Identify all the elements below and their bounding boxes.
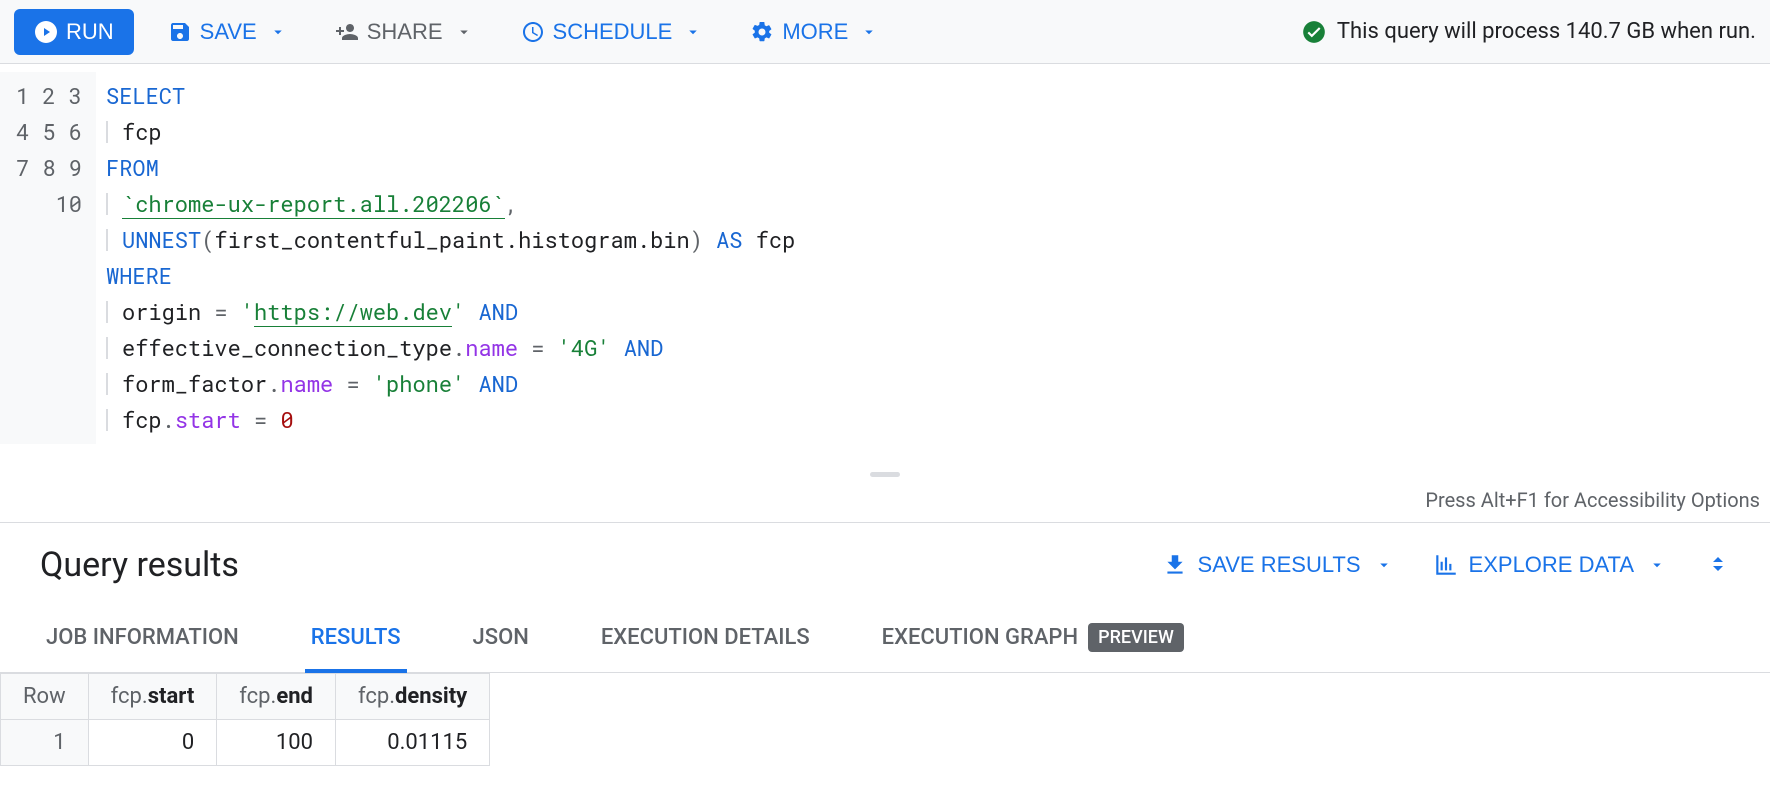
gear-icon — [750, 20, 774, 44]
schedule-label: SCHEDULE — [553, 19, 673, 45]
more-label: MORE — [782, 19, 848, 45]
share-label: SHARE — [367, 19, 443, 45]
save-label: SAVE — [200, 19, 257, 45]
indent-guide — [106, 373, 108, 395]
caret-down-icon — [684, 23, 702, 41]
tab-execution-graph[interactable]: EXECUTION GRAPH PREVIEW — [876, 603, 1190, 672]
pane-resize-handle[interactable] — [0, 472, 1770, 484]
indent-guide — [106, 301, 108, 323]
more-button[interactable]: MORE — [736, 11, 892, 53]
caret-down-icon — [1375, 556, 1393, 574]
caret-down-icon — [860, 23, 878, 41]
tab-json[interactable]: JSON — [467, 603, 535, 672]
run-label: RUN — [66, 19, 114, 45]
schedule-button[interactable]: SCHEDULE — [507, 11, 717, 53]
results-table: Row fcp.start fcp.end fcp.density 1 0 10… — [0, 673, 490, 766]
line-gutter: 1 2 3 4 5 6 7 8 9 10 — [0, 72, 96, 444]
url-literal[interactable]: https://web.dev — [254, 297, 452, 327]
save-results-button[interactable]: SAVE RESULTS — [1162, 552, 1393, 578]
chart-icon — [1433, 552, 1459, 578]
cell-density: 0.01115 — [335, 720, 489, 766]
check-circle-icon — [1301, 19, 1327, 45]
kw-select: SELECT — [106, 81, 185, 110]
kw-from: FROM — [106, 153, 159, 182]
save-icon — [168, 20, 192, 44]
play-icon — [34, 20, 58, 44]
indent-guide — [106, 409, 108, 431]
code-area[interactable]: SELECT fcp FROM `chrome-ux-report.all.20… — [96, 72, 1770, 444]
cell-start: 0 — [88, 720, 217, 766]
kw-unnest: UNNEST — [122, 225, 201, 254]
col-fcp-start: fcp.start — [88, 674, 217, 720]
preview-badge: PREVIEW — [1088, 623, 1184, 652]
tab-execution-graph-label: EXECUTION GRAPH — [882, 625, 1078, 650]
results-header: Query results SAVE RESULTS EXPLORE DATA — [0, 522, 1770, 603]
kw-where: WHERE — [106, 261, 172, 290]
cell-rownum: 1 — [1, 720, 89, 766]
save-results-label: SAVE RESULTS — [1198, 552, 1361, 578]
cell-end: 100 — [217, 720, 336, 766]
col: fcp — [122, 117, 162, 146]
col-row: Row — [1, 674, 89, 720]
sql-editor[interactable]: 1 2 3 4 5 6 7 8 9 10 SELECT fcp FROM `ch… — [0, 64, 1770, 472]
col-fcp-end: fcp.end — [217, 674, 336, 720]
collapse-panel-button[interactable] — [1706, 552, 1730, 579]
indent-guide — [106, 193, 108, 215]
explore-data-button[interactable]: EXPLORE DATA — [1433, 552, 1666, 578]
tab-execution-details[interactable]: EXECUTION DETAILS — [595, 603, 816, 672]
download-icon — [1162, 552, 1188, 578]
validation-text: This query will process 140.7 GB when ru… — [1337, 19, 1756, 44]
toolbar-left: RUN SAVE SHARE SCHEDULE MORE — [14, 9, 892, 55]
indent-guide — [106, 229, 108, 251]
indent-guide — [106, 121, 108, 143]
table-row[interactable]: 1 0 100 0.01115 — [1, 720, 490, 766]
table-header-row: Row fcp.start fcp.end fcp.density — [1, 674, 490, 720]
indent-guide — [106, 337, 108, 359]
caret-down-icon — [269, 23, 287, 41]
save-button[interactable]: SAVE — [154, 11, 301, 53]
col-fcp-density: fcp.density — [335, 674, 489, 720]
tab-job-information[interactable]: JOB INFORMATION — [40, 603, 245, 672]
query-validation: This query will process 140.7 GB when ru… — [1301, 19, 1756, 45]
run-button[interactable]: RUN — [14, 9, 134, 55]
clock-icon — [521, 20, 545, 44]
table-ref[interactable]: `chrome-ux-report.all.202206` — [122, 189, 505, 219]
results-title: Query results — [40, 545, 239, 585]
accessibility-hint: Press Alt+F1 for Accessibility Options — [0, 484, 1770, 522]
caret-down-icon — [1648, 556, 1666, 574]
toolbar: RUN SAVE SHARE SCHEDULE MORE This query … — [0, 0, 1770, 64]
share-button[interactable]: SHARE — [321, 11, 487, 53]
person-add-icon — [335, 20, 359, 44]
tab-results[interactable]: RESULTS — [305, 603, 407, 672]
explore-data-label: EXPLORE DATA — [1469, 552, 1634, 578]
unfold-icon — [1706, 552, 1730, 576]
caret-down-icon — [455, 23, 473, 41]
results-tabs: JOB INFORMATION RESULTS JSON EXECUTION D… — [0, 603, 1770, 673]
results-actions: SAVE RESULTS EXPLORE DATA — [1162, 552, 1730, 579]
